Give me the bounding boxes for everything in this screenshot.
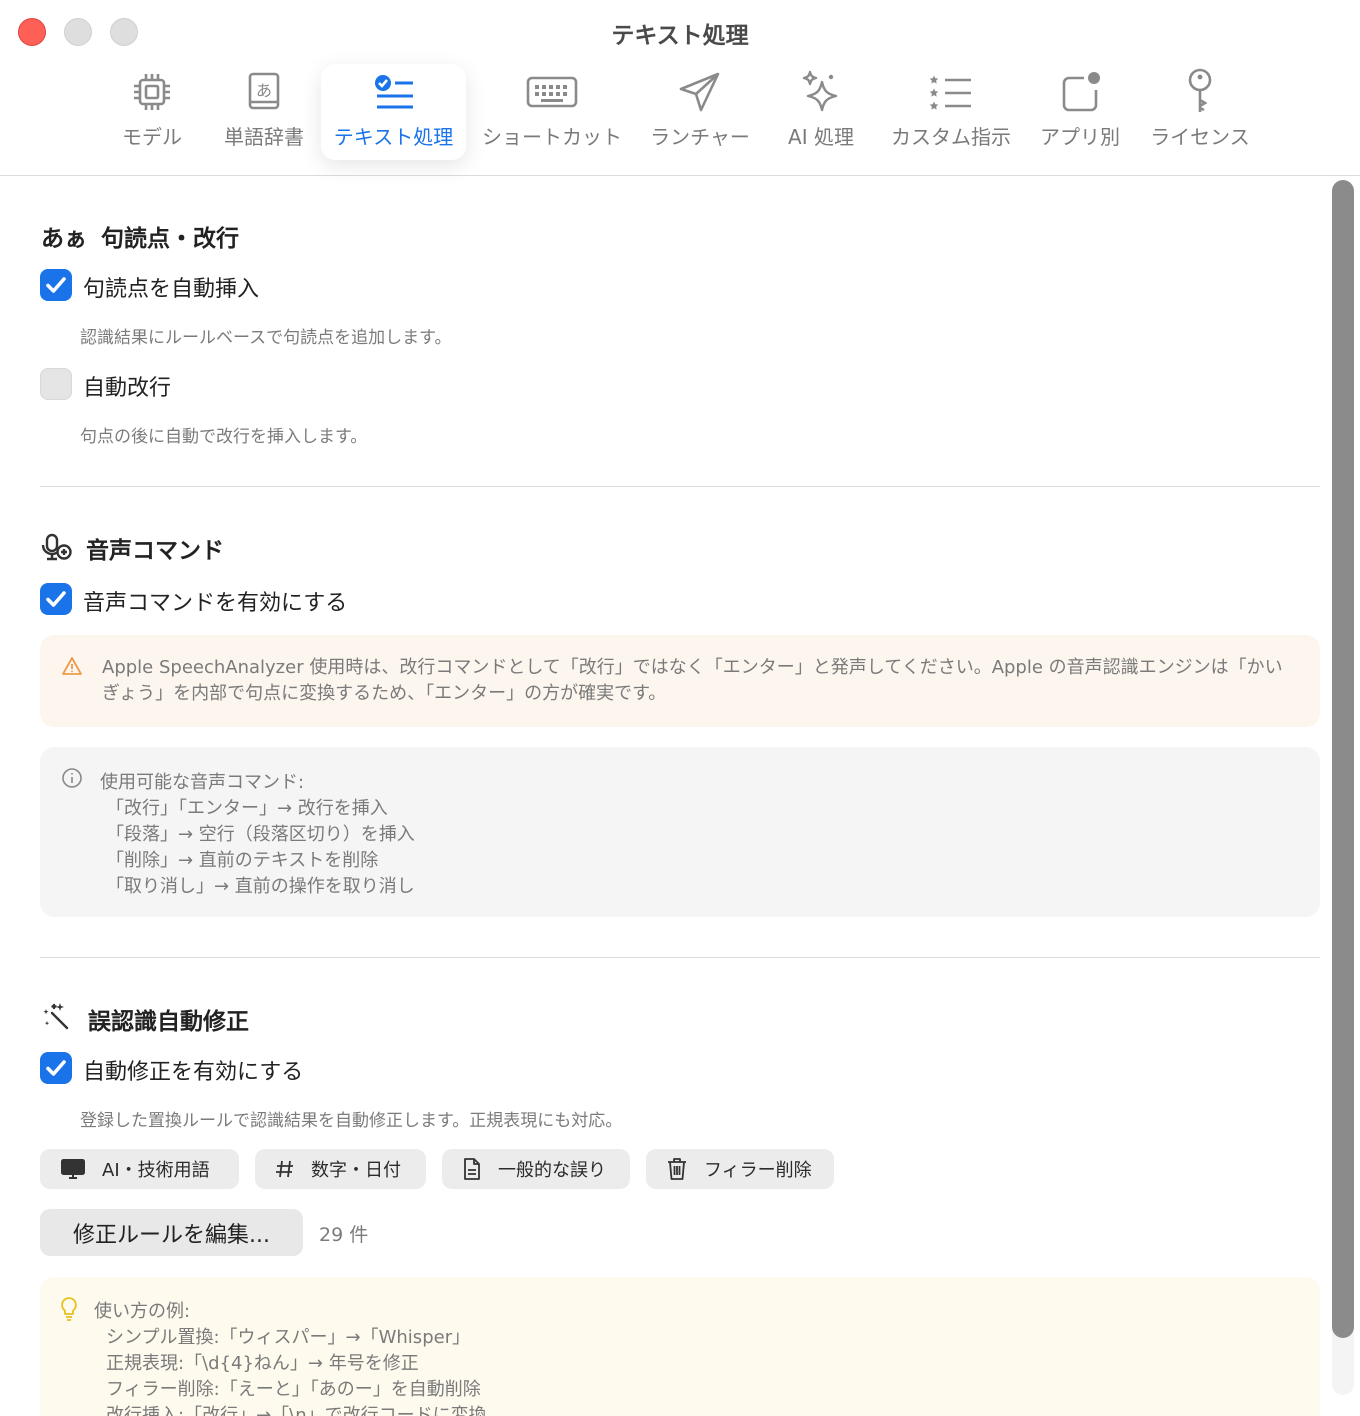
- autocorrect-checkbox[interactable]: [40, 1052, 72, 1084]
- toolbar: テキスト処理 モデル あ 単語辞書 テキスト処理 ショートカット ランチャー A…: [0, 0, 1360, 176]
- chip-label: 一般的な誤り: [498, 1160, 606, 1181]
- tab-dictionary[interactable]: あ 単語辞書: [214, 64, 314, 160]
- checklist-icon: [373, 64, 415, 120]
- auto-punctuation-description: 認識結果にルールベースで句読点を追加します。: [80, 328, 452, 348]
- settings-content: あぁ 句読点・改行 句読点を自動挿入 認識結果にルールベースで句読点を追加します…: [0, 177, 1330, 1416]
- settings-window: テキスト処理 モデル あ 単語辞書 テキスト処理 ショートカット ランチャー A…: [0, 0, 1360, 1416]
- tab-model-label: モデル: [122, 125, 182, 149]
- tab-per-app[interactable]: アプリ別: [1034, 64, 1126, 160]
- section-divider: [40, 486, 1320, 487]
- info-line: 「改行」「エンター」→ 改行を挿入: [106, 798, 388, 819]
- tab-launcher-label: ランチャー: [650, 125, 750, 149]
- tab-license[interactable]: ライセンス: [1144, 64, 1256, 160]
- key-icon: [1185, 64, 1215, 120]
- info-line: 「削除」→ 直前のテキストを削除: [106, 850, 379, 871]
- tip-line: 正規表現:「\d{4}ねん」→ 年号を修正: [106, 1353, 419, 1374]
- section-icon-kana: あぁ: [41, 226, 87, 252]
- tab-text-processing[interactable]: テキスト処理: [321, 64, 466, 160]
- chip-label: AI・技術用語: [102, 1160, 210, 1181]
- magic-wand-icon: [40, 1001, 70, 1035]
- tab-custom-instructions-label: カスタム指示: [891, 125, 1011, 149]
- tip-line: フィラー削除:「えーと」「あのー」を自動削除: [106, 1379, 481, 1400]
- voice-commands-label[interactable]: 音声コマンドを有効にする: [83, 585, 347, 617]
- chip-label: 数字・日付: [311, 1160, 401, 1181]
- trash-icon: [666, 1157, 688, 1181]
- edit-rules-button[interactable]: 修正ルールを編集...: [40, 1209, 303, 1256]
- scrollbar-thumb[interactable]: [1332, 180, 1354, 1338]
- lightbulb-icon: [59, 1296, 79, 1326]
- tab-ai-processing-label: AI 処理: [788, 125, 854, 149]
- info-icon: [61, 767, 83, 793]
- app-badge-icon: [1058, 64, 1102, 120]
- svg-text:あ: あ: [256, 81, 272, 100]
- hash-icon: [275, 1159, 295, 1179]
- chip-filler-removal[interactable]: フィラー削除: [646, 1149, 834, 1189]
- voice-command-icon: [40, 531, 74, 567]
- section-divider: [40, 957, 1320, 958]
- tab-launcher[interactable]: ランチャー: [644, 64, 756, 160]
- monitor-icon: [60, 1158, 86, 1180]
- tab-shortcuts[interactable]: ショートカット: [478, 64, 626, 160]
- tab-per-app-label: アプリ別: [1040, 125, 1120, 149]
- checkmark-icon: [46, 1060, 66, 1076]
- info-line: 「段落」→ 空行（段落区切り）を挿入: [106, 824, 415, 845]
- chip-label: フィラー削除: [704, 1160, 812, 1181]
- checkmark-icon: [46, 591, 66, 607]
- warning-icon: [61, 656, 83, 680]
- section-title-autocorrect: 誤認識自動修正: [88, 1009, 249, 1035]
- auto-newline-label[interactable]: 自動改行: [83, 370, 171, 402]
- info-line: 「取り消し」→ 直前の操作を取り消し: [106, 876, 415, 897]
- auto-punctuation-label[interactable]: 句読点を自動挿入: [83, 271, 259, 303]
- section-title-voice-commands: 音声コマンド: [86, 538, 224, 564]
- tab-model[interactable]: モデル: [108, 64, 196, 160]
- section-title-punctuation: 句読点・改行: [101, 226, 239, 252]
- tab-license-label: ライセンス: [1150, 125, 1250, 149]
- tab-ai-processing[interactable]: AI 処理: [778, 64, 864, 160]
- document-icon: [462, 1157, 482, 1181]
- cpu-icon: [132, 64, 172, 120]
- tip-line: 改行挿入:「改行」→「\n」で改行コードに変換: [106, 1405, 487, 1416]
- tab-dictionary-label: 単語辞書: [224, 125, 304, 149]
- paper-plane-icon: [678, 64, 722, 120]
- star-list-icon: [929, 64, 973, 120]
- auto-newline-description: 句点の後に自動で改行を挿入します。: [80, 427, 368, 447]
- keyboard-icon: [526, 64, 578, 120]
- tip-title: 使い方の例:: [94, 1301, 191, 1322]
- warning-text: Apple SpeechAnalyzer 使用時は、改行コマンドとして「改行」で…: [102, 657, 1283, 704]
- checkmark-icon: [46, 277, 66, 293]
- rule-count: 29 件: [319, 1224, 369, 1246]
- tab-shortcuts-label: ショートカット: [482, 125, 622, 149]
- voice-commands-checkbox[interactable]: [40, 583, 72, 615]
- chip-numbers-dates[interactable]: 数字・日付: [255, 1149, 426, 1189]
- window-title: テキスト処理: [611, 23, 749, 49]
- tab-custom-instructions[interactable]: カスタム指示: [884, 64, 1018, 160]
- tab-text-processing-label: テキスト処理: [333, 125, 454, 149]
- sparkles-icon: [800, 64, 842, 120]
- info-title: 使用可能な音声コマンド:: [100, 772, 305, 793]
- tip-line: シンプル置換:「ウィスパー」→「Whisper」: [106, 1327, 471, 1348]
- chip-ai-tech-terms[interactable]: AI・技術用語: [40, 1149, 239, 1189]
- autocorrect-description: 登録した置換ルールで認識結果を自動修正します。正規表現にも対応。: [80, 1111, 623, 1131]
- auto-punctuation-checkbox[interactable]: [40, 269, 72, 301]
- dictionary-icon: あ: [244, 64, 284, 120]
- auto-newline-checkbox[interactable]: [40, 368, 72, 400]
- autocorrect-label[interactable]: 自動修正を有効にする: [83, 1054, 303, 1086]
- chip-common-errors[interactable]: 一般的な誤り: [442, 1149, 630, 1189]
